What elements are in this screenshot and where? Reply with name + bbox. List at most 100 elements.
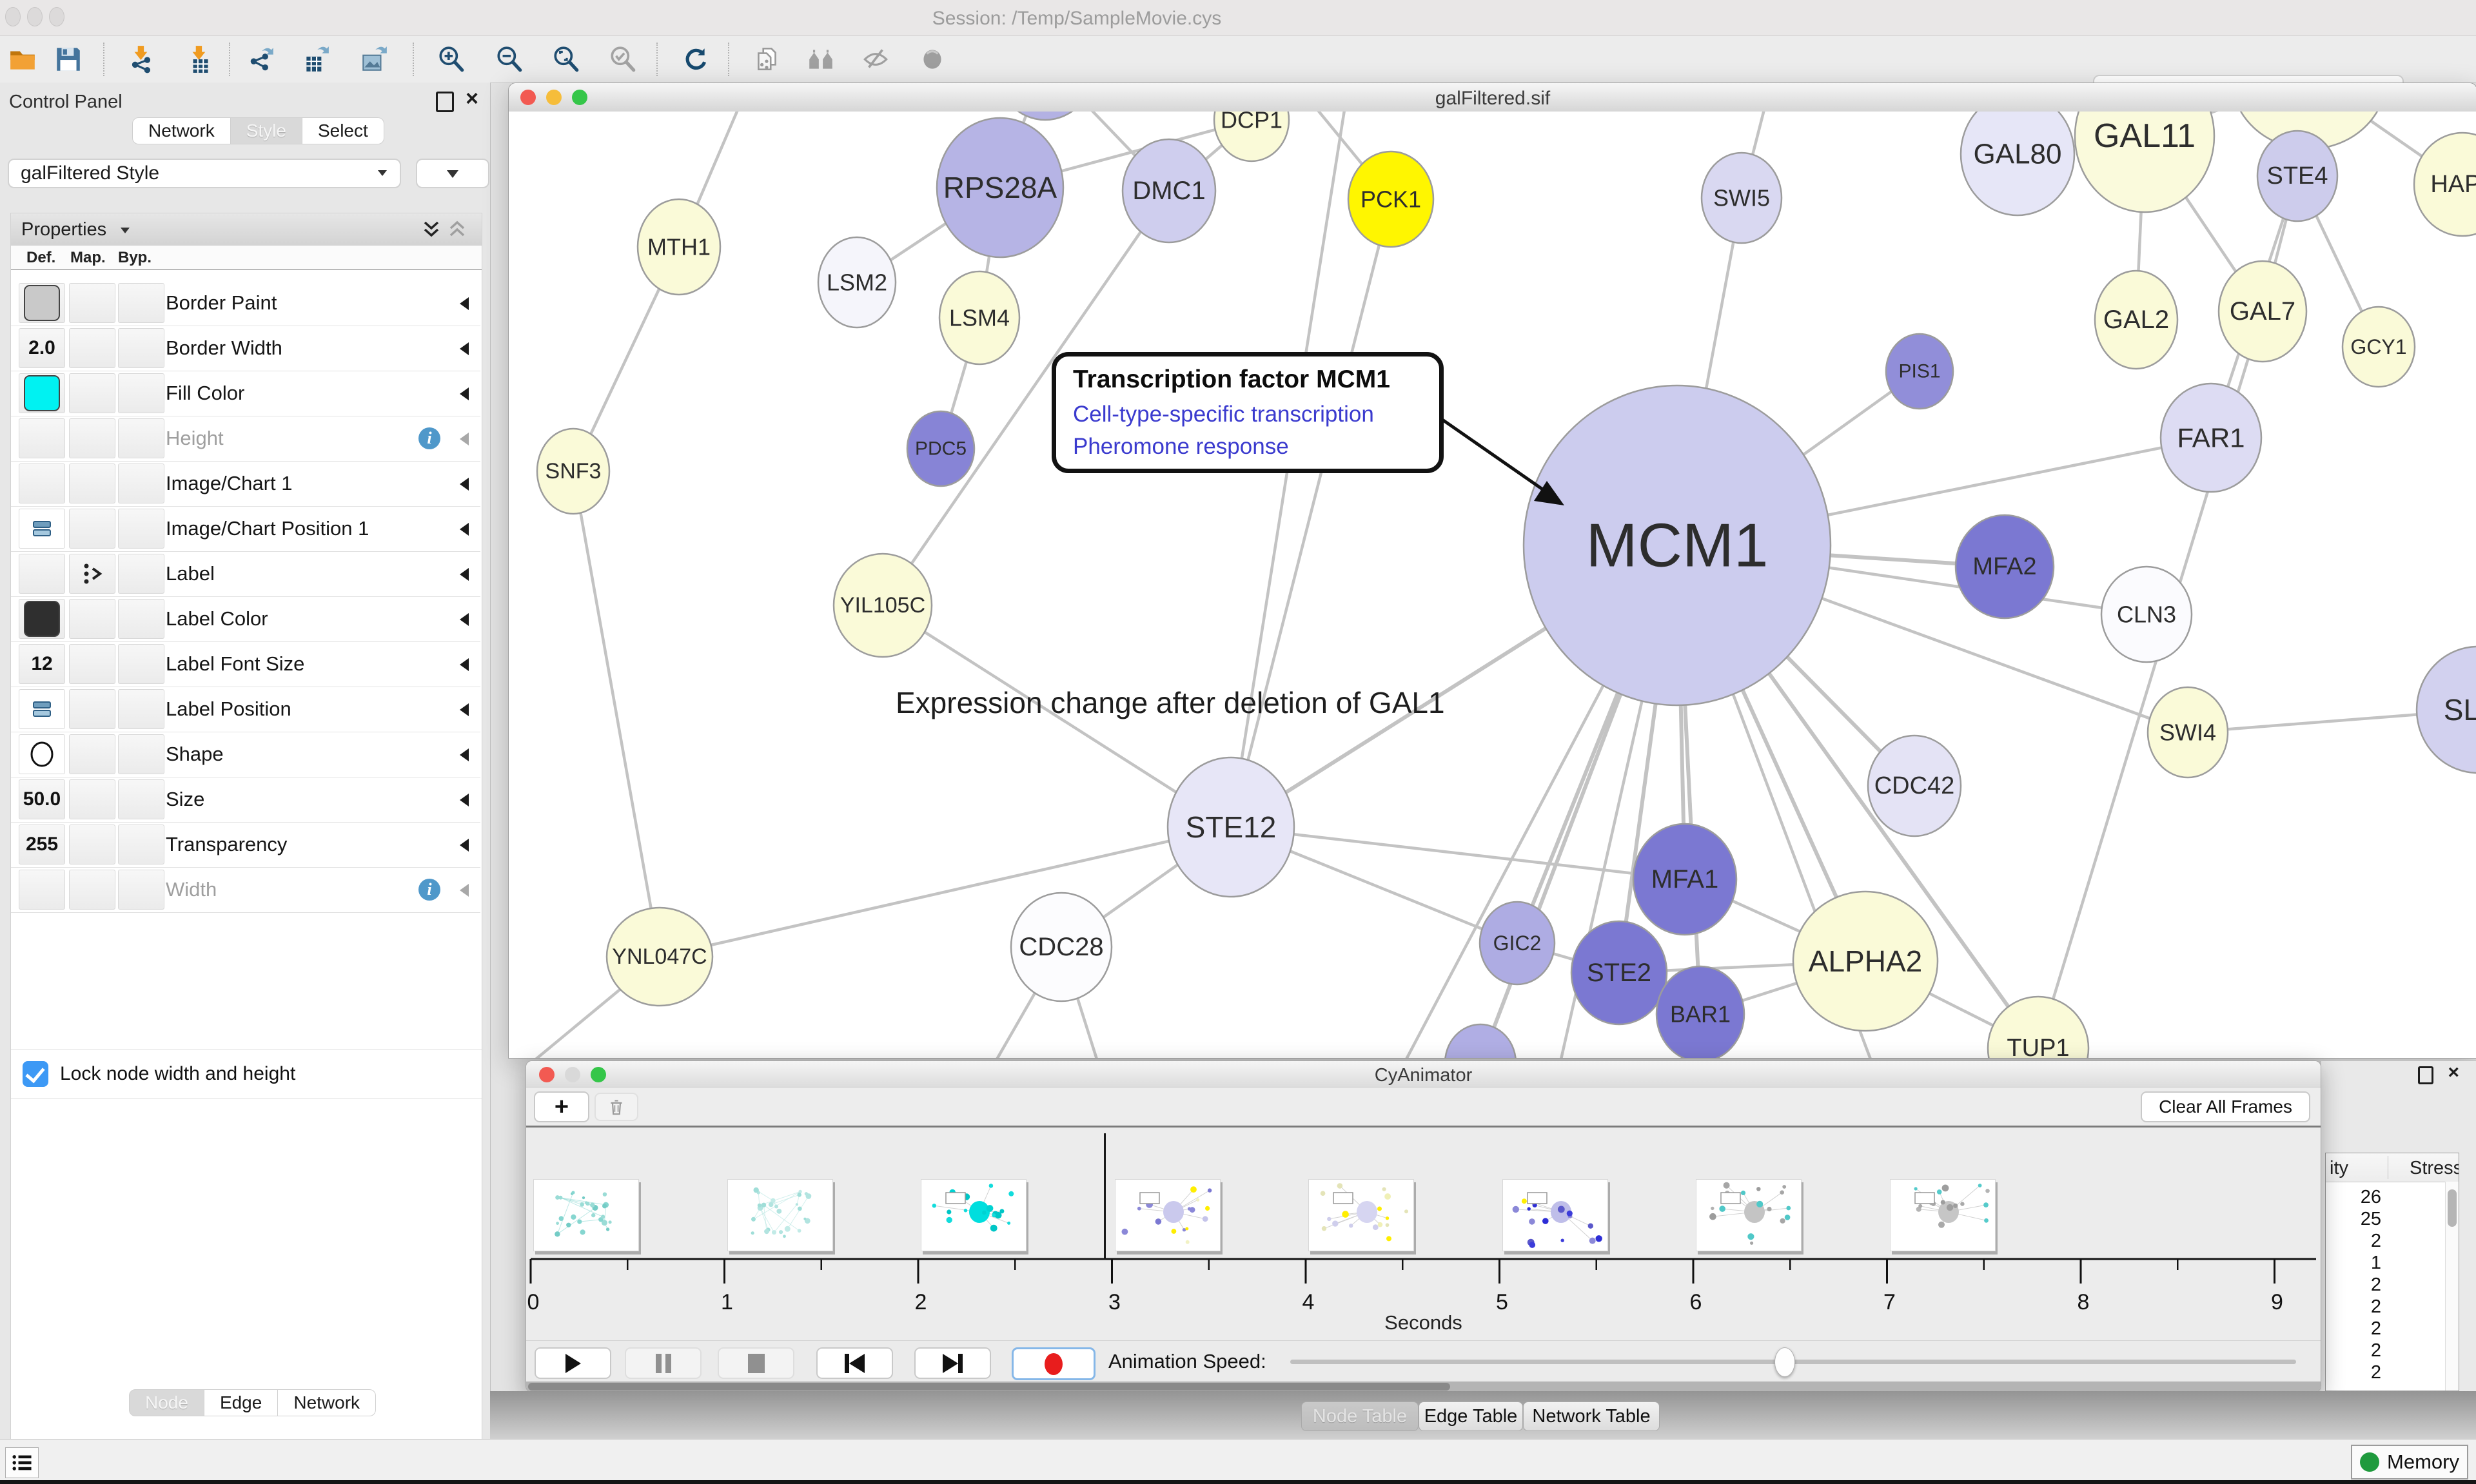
frame-thumbnail-7[interactable] bbox=[1890, 1179, 1996, 1251]
network-node-partial[interactable] bbox=[1445, 1024, 1516, 1058]
property-row-image-chart-1[interactable]: Image/Chart 1 bbox=[11, 461, 480, 507]
annotation-link-cell-type[interactable]: Cell-type-specific transcription bbox=[1073, 402, 1374, 427]
frame-thumbnail-3[interactable] bbox=[1115, 1179, 1221, 1251]
expand-all-icon[interactable] bbox=[422, 220, 440, 239]
default-value-cell[interactable] bbox=[19, 599, 65, 639]
network-node-mfa1[interactable]: MFA1 bbox=[1633, 824, 1736, 935]
add-frame-button[interactable]: + bbox=[534, 1091, 589, 1122]
network-node-dmc1[interactable]: DMC1 bbox=[1123, 139, 1215, 242]
zoom-in-icon[interactable] bbox=[433, 41, 469, 77]
network-node-pis1[interactable]: PIS1 bbox=[1886, 334, 1953, 409]
frame-thumbnail-2[interactable] bbox=[921, 1179, 1027, 1251]
tab-style[interactable]: Style bbox=[231, 117, 302, 144]
network-node-alpha2[interactable]: ALPHA2 bbox=[1793, 892, 1938, 1031]
property-row-border-paint[interactable]: Border Paint bbox=[11, 280, 480, 326]
default-value-cell[interactable]: 2.0 bbox=[19, 328, 65, 368]
style-options-button[interactable] bbox=[416, 159, 489, 188]
network-node-snf3[interactable]: SNF3 bbox=[537, 429, 609, 514]
stop-button[interactable] bbox=[718, 1347, 794, 1379]
import-network-icon[interactable] bbox=[124, 41, 160, 77]
bypass-cell[interactable] bbox=[118, 870, 164, 910]
expand-property-icon[interactable] bbox=[460, 703, 469, 716]
network-node-cdc42[interactable]: CDC42 bbox=[1868, 736, 1961, 836]
timeline-playhead[interactable] bbox=[1104, 1133, 1106, 1260]
default-value-cell[interactable]: 50.0 bbox=[19, 779, 65, 819]
network-node-ste12[interactable]: STE12 bbox=[1168, 757, 1294, 897]
info-icon[interactable]: i bbox=[418, 427, 440, 449]
play-button[interactable] bbox=[535, 1347, 611, 1379]
properties-header[interactable]: Properties bbox=[11, 213, 482, 246]
record-button[interactable] bbox=[1012, 1347, 1096, 1380]
cyanimator-titlebar[interactable]: CyAnimator bbox=[526, 1061, 2321, 1089]
style-selector[interactable]: galFiltered Style bbox=[8, 159, 401, 188]
property-row-image-chart-position-1[interactable]: Image/Chart Position 1 bbox=[11, 506, 480, 552]
bypass-cell[interactable] bbox=[118, 779, 164, 819]
export-table-icon[interactable] bbox=[298, 41, 334, 77]
refresh-view-icon[interactable] bbox=[677, 41, 713, 77]
table-row[interactable]: 2 bbox=[2326, 1274, 2381, 1296]
network-node-cdc28[interactable]: CDC28 bbox=[1011, 893, 1112, 1001]
table-vertical-scrollbar[interactable] bbox=[2445, 1182, 2459, 1391]
mapping-cell[interactable] bbox=[69, 418, 115, 458]
zoom-selected-icon[interactable] bbox=[605, 41, 641, 77]
expand-property-icon[interactable] bbox=[460, 433, 469, 445]
export-network-icon[interactable] bbox=[244, 41, 280, 77]
expand-property-icon[interactable] bbox=[460, 794, 469, 806]
default-value-cell[interactable] bbox=[19, 418, 65, 458]
close-panel-icon[interactable]: × bbox=[2448, 1064, 2459, 1081]
network-node-swi5[interactable]: SWI5 bbox=[1702, 153, 1782, 243]
delete-frame-button[interactable] bbox=[594, 1093, 638, 1121]
expand-property-icon[interactable] bbox=[460, 523, 469, 536]
table-row[interactable]: 2 bbox=[2326, 1340, 2381, 1362]
mapping-cell[interactable] bbox=[69, 779, 115, 819]
property-row-label-font-size[interactable]: 12Label Font Size bbox=[11, 641, 480, 687]
bypass-cell[interactable] bbox=[118, 464, 164, 503]
network-node-dcp1[interactable]: DCP1 bbox=[1214, 112, 1289, 161]
mapping-cell[interactable] bbox=[69, 373, 115, 413]
default-value-cell[interactable]: 255 bbox=[19, 825, 65, 864]
bypass-cell[interactable] bbox=[118, 554, 164, 594]
mapping-cell[interactable] bbox=[69, 825, 115, 864]
property-row-transparency[interactable]: 255Transparency bbox=[11, 822, 480, 868]
expand-property-icon[interactable] bbox=[460, 342, 469, 355]
table-row[interactable]: 2 bbox=[2326, 1231, 2381, 1252]
zoom-out-icon[interactable] bbox=[491, 41, 527, 77]
default-value-cell[interactable] bbox=[19, 464, 65, 503]
float-panel-icon[interactable] bbox=[2418, 1066, 2433, 1084]
collapse-all-icon[interactable] bbox=[448, 220, 466, 239]
annotation-link-pheromone[interactable]: Pheromone response bbox=[1073, 434, 1289, 460]
mapping-cell[interactable] bbox=[69, 464, 115, 503]
tab-select[interactable]: Select bbox=[302, 117, 384, 144]
expand-property-icon[interactable] bbox=[460, 297, 469, 310]
tab-edge[interactable]: Edge bbox=[204, 1389, 278, 1416]
frame-thumbnail-0[interactable] bbox=[533, 1179, 639, 1251]
mapping-cell[interactable] bbox=[69, 509, 115, 549]
bypass-cell[interactable] bbox=[118, 825, 164, 864]
animation-speed-slider-thumb[interactable] bbox=[1774, 1347, 1795, 1377]
lock-dimensions-checkbox[interactable] bbox=[23, 1061, 48, 1087]
hide-selected-icon[interactable] bbox=[858, 41, 894, 77]
table-row[interactable]: 2 bbox=[2326, 1362, 2381, 1383]
expand-property-icon[interactable] bbox=[460, 478, 469, 491]
annotation-box[interactable]: Transcription factor MCM1 Cell-type-spec… bbox=[1052, 352, 1444, 473]
network-node-hap2[interactable]: HAP2 bbox=[2414, 133, 2476, 236]
expand-property-icon[interactable] bbox=[460, 884, 469, 897]
show-all-icon[interactable] bbox=[914, 41, 950, 77]
network-node-gal7[interactable]: GAL7 bbox=[2219, 261, 2306, 362]
property-row-width[interactable]: Widthi bbox=[11, 867, 480, 913]
mapping-cell[interactable] bbox=[69, 554, 115, 594]
clear-all-frames-button[interactable]: Clear All Frames bbox=[2141, 1091, 2310, 1122]
float-panel-icon[interactable] bbox=[436, 92, 454, 112]
bypass-cell[interactable] bbox=[118, 599, 164, 639]
default-value-cell[interactable] bbox=[19, 373, 65, 413]
property-row-size[interactable]: 50.0Size bbox=[11, 777, 480, 823]
property-row-fill-color[interactable]: Fill Color bbox=[11, 371, 480, 416]
property-row-label-position[interactable]: Label Position bbox=[11, 687, 480, 732]
property-row-shape[interactable]: Shape bbox=[11, 732, 480, 777]
network-node-gcy1[interactable]: GCY1 bbox=[2343, 307, 2415, 387]
network-node-mfa2[interactable]: MFA2 bbox=[1956, 515, 2054, 618]
table-row[interactable]: 26 bbox=[2326, 1187, 2381, 1208]
network-node-mth1[interactable]: MTH1 bbox=[638, 199, 720, 295]
network-node-yil105c[interactable]: YIL105C bbox=[834, 554, 932, 657]
open-session-icon[interactable] bbox=[5, 41, 41, 77]
